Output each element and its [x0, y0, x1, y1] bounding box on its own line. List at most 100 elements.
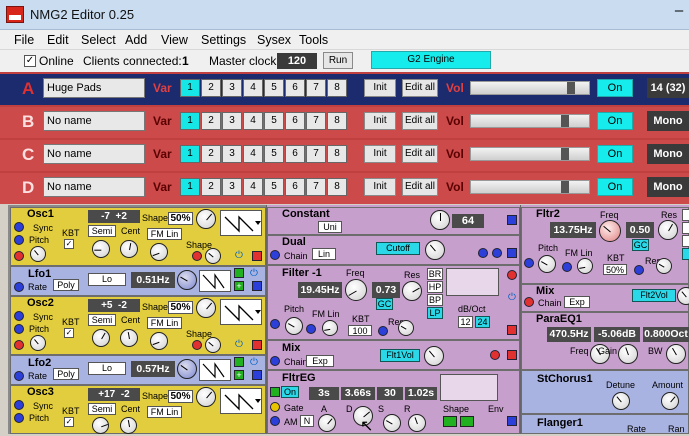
osc1-fm-jack[interactable] [14, 251, 24, 261]
fltreg-am-jack[interactable] [270, 416, 280, 426]
slot-b-volume-thumb[interactable] [561, 115, 569, 127]
dual-lin-button[interactable]: Lin [312, 248, 336, 260]
slot-b-var-1-button[interactable]: 1 [180, 112, 200, 130]
run-button[interactable]: Run [323, 52, 353, 69]
filter-gc-button[interactable]: GC [376, 298, 393, 310]
filter-mode-br[interactable]: BR [427, 268, 443, 280]
osc3-fmlin-button[interactable]: FM Lin [147, 406, 182, 418]
fltreg-shape-down-icon[interactable] [460, 416, 474, 427]
slot-b-name-field[interactable]: No name [43, 111, 145, 131]
master-clock-value[interactable]: 120 [277, 53, 317, 69]
filter-mode-bp[interactable]: BP [427, 294, 443, 306]
mix-flt1vol-knob[interactable] [424, 346, 444, 366]
lfo1-poly-button[interactable]: Poly [53, 279, 79, 291]
dual-cutoff-knob[interactable] [425, 240, 445, 260]
osc3-shape-value[interactable]: 50% [168, 390, 193, 403]
paraeq1-gain-knob[interactable] [618, 344, 638, 364]
slot-d-var-2-button[interactable]: 2 [201, 178, 221, 196]
slot-a-init-button[interactable]: Init [364, 79, 396, 97]
minimize-button[interactable]: – [668, 3, 689, 22]
slot-a-var-8-button[interactable]: 8 [327, 79, 347, 97]
osc1-fmlin-button[interactable]: FM Lin [147, 228, 182, 240]
osc1-pitch-jack[interactable] [14, 235, 24, 245]
constant-uni-button[interactable]: Uni [318, 221, 342, 233]
fltr2-mode-btn-3[interactable] [682, 235, 689, 247]
menu-tools[interactable]: Tools [299, 33, 328, 47]
menu-select[interactable]: Select [81, 33, 116, 47]
lfo1-power-icon[interactable]: ⏻ [250, 268, 258, 279]
fltreg-gate-jack[interactable] [270, 402, 280, 412]
slot-c-on-button[interactable]: On [597, 145, 633, 163]
g2-engine-button[interactable]: G2 Engine [371, 51, 491, 69]
slot-b-var-3-button[interactable]: 3 [222, 112, 242, 130]
dual-in-jack[interactable] [478, 248, 488, 258]
slot-d-volume-thumb[interactable] [561, 181, 569, 193]
slot-a-var-7-button[interactable]: 7 [306, 79, 326, 97]
fltreg-shape-up-icon[interactable] [443, 416, 457, 427]
osc2-pitch-knob[interactable] [30, 335, 46, 351]
dual-cutoff-label[interactable]: Cutoff [376, 242, 420, 255]
slot-a-on-button[interactable]: On [597, 79, 633, 97]
slot-d-var-8-button[interactable]: 8 [327, 178, 347, 196]
lfo2-waveform-select[interactable] [199, 359, 231, 381]
osc2-pitch-jack[interactable] [14, 324, 24, 334]
slot-d-init-button[interactable]: Init [364, 178, 396, 196]
slot-a-volume-slider[interactable] [470, 81, 590, 95]
slot-c-voices-display[interactable]: Mono [647, 144, 689, 164]
osc3-shape-knob[interactable] [196, 387, 216, 407]
stchorus1-detune-knob[interactable] [612, 392, 630, 410]
slot-c-var-1-button[interactable]: 1 [180, 145, 200, 163]
fltr2-pitch-knob[interactable] [538, 255, 556, 273]
fltr2-mode-btn-2[interactable] [682, 222, 689, 234]
slot-d-name-field[interactable]: No name [43, 177, 145, 197]
slot-b-var-4-button[interactable]: 4 [243, 112, 263, 130]
filter-pitch-jack[interactable] [270, 319, 280, 329]
lfo2-lo-button[interactable]: Lo [88, 362, 126, 375]
slot-d-var-5-button[interactable]: 5 [264, 178, 284, 196]
osc1-shape2-knob[interactable] [205, 248, 221, 264]
filter-resmod-jack[interactable] [378, 326, 388, 336]
osc1-shape-knob[interactable] [196, 209, 216, 229]
osc1-fm-knob[interactable] [150, 243, 168, 261]
menu-add[interactable]: Add [125, 33, 147, 47]
slot-b-voices-display[interactable]: Mono [647, 111, 689, 131]
osc2-shapemod-jack[interactable] [192, 340, 202, 350]
osc3-waveform-select[interactable] [220, 388, 262, 414]
osc2-shape-knob[interactable] [196, 298, 216, 318]
slot-a-volume-thumb[interactable] [567, 82, 575, 94]
menu-settings[interactable]: Settings [201, 33, 246, 47]
slot-c-var-8-button[interactable]: 8 [327, 145, 347, 163]
fltreg-n-button[interactable]: N [300, 415, 314, 427]
lfo2-add-icon[interactable]: + [234, 370, 244, 380]
fltr2-mode-btn-4[interactable] [682, 248, 689, 260]
mix2-exp-button[interactable]: Exp [564, 296, 590, 308]
osc2-semi-button[interactable]: Semi [88, 314, 116, 326]
slot-c-var-5-button[interactable]: 5 [264, 145, 284, 163]
slot-d-var-6-button[interactable]: 6 [285, 178, 305, 196]
slot-c-var-6-button[interactable]: 6 [285, 145, 305, 163]
slot-c-var-4-button[interactable]: 4 [243, 145, 263, 163]
osc3-cent-knob[interactable] [120, 417, 137, 434]
slot-b-var-7-button[interactable]: 7 [306, 112, 326, 130]
osc1-waveform-select[interactable] [220, 210, 262, 236]
slot-d-var-7-button[interactable]: 7 [306, 178, 326, 196]
osc1-out-jack[interactable] [252, 251, 262, 261]
osc2-shape-value[interactable]: 50% [168, 301, 193, 314]
lfo1-out-jack[interactable] [252, 281, 262, 291]
fltr2-freq-knob[interactable] [599, 220, 621, 242]
mix-chain-jack[interactable] [270, 356, 280, 366]
osc2-out-jack[interactable] [252, 340, 262, 350]
osc2-cent-knob[interactable] [120, 329, 138, 347]
constant-out-jack[interactable] [507, 215, 517, 225]
slot-d-on-button[interactable]: On [597, 178, 633, 196]
slot-c-init-button[interactable]: Init [364, 145, 396, 163]
menu-file[interactable]: File [14, 33, 34, 47]
slot-a-var-4-button[interactable]: 4 [243, 79, 263, 97]
osc1-shapemod-jack[interactable] [192, 251, 202, 261]
dual-in2-jack[interactable] [492, 248, 502, 258]
osc3-sync-jack[interactable] [14, 400, 24, 410]
lfo2-out-jack[interactable] [252, 370, 262, 380]
fltreg-on-button[interactable]: On [281, 386, 299, 398]
slot-d-var-3-button[interactable]: 3 [222, 178, 242, 196]
slot-d-volume-slider[interactable] [470, 180, 590, 194]
